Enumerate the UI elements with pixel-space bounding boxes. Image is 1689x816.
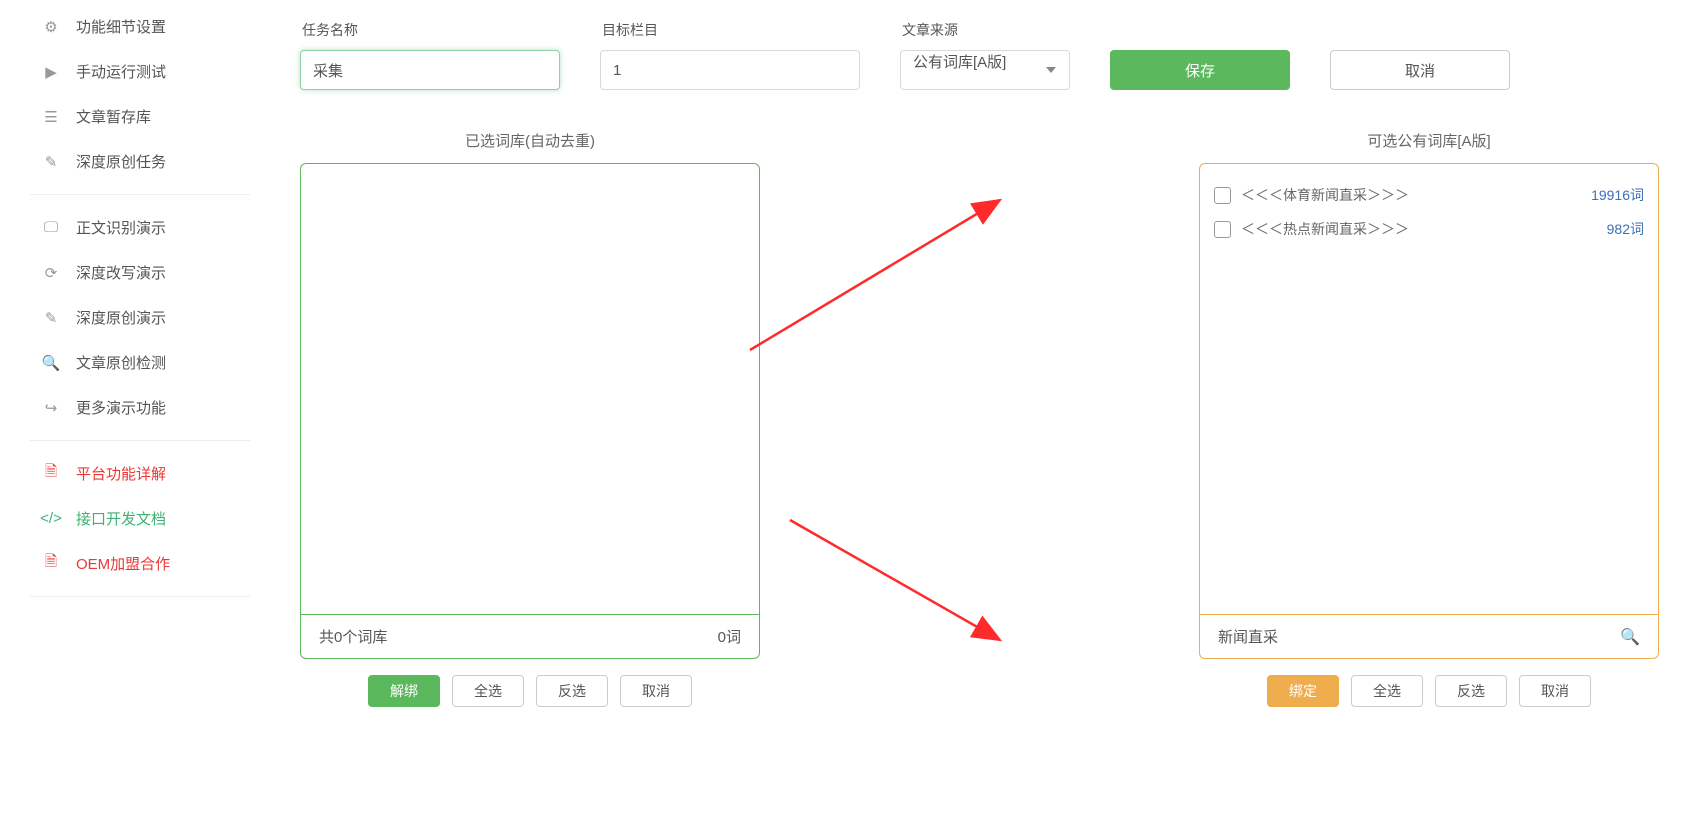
checkbox-icon[interactable] [1214, 221, 1231, 238]
lexicon-item-name: ＜＜＜体育新闻直采＞＞＞ [1241, 185, 1409, 205]
sidebar-label: 深度原创任务 [76, 151, 166, 172]
lexicon-item[interactable]: ＜＜＜体育新闻直采＞＞＞ 19916词 [1214, 178, 1644, 212]
sidebar-label: 接口开发文档 [76, 508, 166, 529]
refresh-icon: ⟳ [40, 264, 62, 282]
sidebar-item-body-detect-demo[interactable]: 🖵 正文识别演示 [0, 205, 280, 250]
article-source-label: 文章来源 [900, 20, 1070, 40]
sidebar-item-article-store[interactable]: ☰ 文章暂存库 [0, 94, 280, 139]
sidebar-item-oem[interactable]: 🗎 OEM加盟合作 [0, 541, 280, 586]
checkbox-icon[interactable] [1214, 187, 1231, 204]
sidebar-separator [30, 596, 250, 597]
selected-lexicon-list[interactable] [301, 164, 759, 614]
file-icon: 🗎 [40, 551, 62, 576]
sidebar-item-api-docs[interactable]: </> 接口开发文档 [0, 496, 280, 541]
select-all-button-right[interactable]: 全选 [1351, 675, 1423, 707]
monitor-icon: 🖵 [40, 219, 62, 236]
sidebar-label: 更多演示功能 [76, 397, 166, 418]
sidebar-label: OEM加盟合作 [76, 553, 170, 574]
article-source-select[interactable]: 公有词库[A版] [900, 50, 1070, 90]
search-icon: 🔍 [40, 354, 62, 372]
database-icon: ☰ [40, 108, 62, 126]
play-icon: ▶ [40, 63, 62, 81]
unbind-button[interactable]: 解绑 [368, 675, 440, 707]
sidebar-label: 手动运行测试 [76, 61, 166, 82]
selected-lexicon-panel: 已选词库(自动去重) 共0个词库 0词 解绑 全选 反选 取消 [300, 130, 760, 707]
selected-word-count: 0词 [718, 626, 741, 647]
sidebar: ⚙ 功能细节设置 ▶ 手动运行测试 ☰ 文章暂存库 ✎ 深度原创任务 🖵 正文识… [0, 0, 280, 816]
selected-count-label: 共0个词库 [319, 626, 387, 647]
sidebar-separator [30, 194, 250, 195]
sidebar-label: 正文识别演示 [76, 217, 166, 238]
task-name-input[interactable] [300, 50, 560, 90]
sidebar-separator [30, 440, 250, 441]
target-column-label: 目标栏目 [600, 20, 860, 40]
select-all-button-left[interactable]: 全选 [452, 675, 524, 707]
edit-icon: ✎ [40, 309, 62, 327]
task-name-label: 任务名称 [300, 20, 560, 40]
cancel-button-right[interactable]: 取消 [1519, 675, 1591, 707]
file-icon: 🗎 [40, 461, 62, 486]
sidebar-item-manual-run[interactable]: ▶ 手动运行测试 [0, 49, 280, 94]
invert-select-button-left[interactable]: 反选 [536, 675, 608, 707]
sidebar-item-original-demo[interactable]: ✎ 深度原创演示 [0, 295, 280, 340]
available-lexicon-title: 可选公有词库[A版] [1367, 130, 1490, 151]
lexicon-search-input[interactable] [1218, 628, 1620, 645]
sidebar-item-platform-docs[interactable]: 🗎 平台功能详解 [0, 451, 280, 496]
article-source-value: 公有词库[A版] [900, 50, 1070, 90]
share-icon: ↪ [40, 399, 62, 417]
available-lexicon-footer: 🔍 [1200, 614, 1658, 658]
available-lexicon-list[interactable]: ＜＜＜体育新闻直采＞＞＞ 19916词 ＜＜＜热点新闻直采＞＞＞ 982词 [1200, 164, 1658, 614]
code-icon: </> [40, 510, 62, 527]
lexicon-panels: 已选词库(自动去重) 共0个词库 0词 解绑 全选 反选 取消 可选公有词库[A… [300, 130, 1659, 707]
available-lexicon-panel: 可选公有词库[A版] ＜＜＜体育新闻直采＞＞＞ 19916词 ＜＜＜热点新闻直采… [1199, 130, 1659, 707]
search-icon[interactable]: 🔍 [1620, 627, 1640, 647]
selected-lexicon-footer: 共0个词库 0词 [301, 614, 759, 658]
available-lexicon-box: ＜＜＜体育新闻直采＞＞＞ 19916词 ＜＜＜热点新闻直采＞＞＞ 982词 [1199, 163, 1659, 659]
sidebar-item-rewrite-demo[interactable]: ⟳ 深度改写演示 [0, 250, 280, 295]
sidebar-label: 文章暂存库 [76, 106, 151, 127]
lexicon-item[interactable]: ＜＜＜热点新闻直采＞＞＞ 982词 [1214, 212, 1644, 246]
task-form-row: 任务名称 目标栏目 文章来源 公有词库[A版] 保存 取消 [300, 20, 1659, 90]
sidebar-label: 文章原创检测 [76, 352, 166, 373]
sidebar-label: 功能细节设置 [76, 16, 166, 37]
sidebar-item-more-demos[interactable]: ↪ 更多演示功能 [0, 385, 280, 430]
target-column-input[interactable] [600, 50, 860, 90]
sidebar-item-originality-check[interactable]: 🔍 文章原创检测 [0, 340, 280, 385]
edit-icon: ✎ [40, 153, 62, 171]
lexicon-item-count: 982词 [1607, 219, 1644, 239]
sidebar-label: 平台功能详解 [76, 463, 166, 484]
cancel-button-left[interactable]: 取消 [620, 675, 692, 707]
bind-button[interactable]: 绑定 [1267, 675, 1339, 707]
sidebar-item-feature-settings[interactable]: ⚙ 功能细节设置 [0, 4, 280, 49]
sidebar-label: 深度改写演示 [76, 262, 166, 283]
available-panel-buttons: 绑定 全选 反选 取消 [1267, 675, 1591, 707]
selected-lexicon-box: 共0个词库 0词 [300, 163, 760, 659]
save-button[interactable]: 保存 [1110, 50, 1290, 90]
gears-icon: ⚙ [40, 18, 62, 36]
sidebar-label: 深度原创演示 [76, 307, 166, 328]
invert-select-button-right[interactable]: 反选 [1435, 675, 1507, 707]
cancel-button[interactable]: 取消 [1330, 50, 1510, 90]
selected-panel-buttons: 解绑 全选 反选 取消 [368, 675, 692, 707]
selected-lexicon-title: 已选词库(自动去重) [465, 130, 595, 151]
main-content: 任务名称 目标栏目 文章来源 公有词库[A版] 保存 取消 已选词库(自动去重) [300, 0, 1659, 816]
lexicon-item-name: ＜＜＜热点新闻直采＞＞＞ [1241, 219, 1409, 239]
sidebar-item-deep-original-task[interactable]: ✎ 深度原创任务 [0, 139, 280, 184]
lexicon-item-count: 19916词 [1591, 185, 1644, 205]
